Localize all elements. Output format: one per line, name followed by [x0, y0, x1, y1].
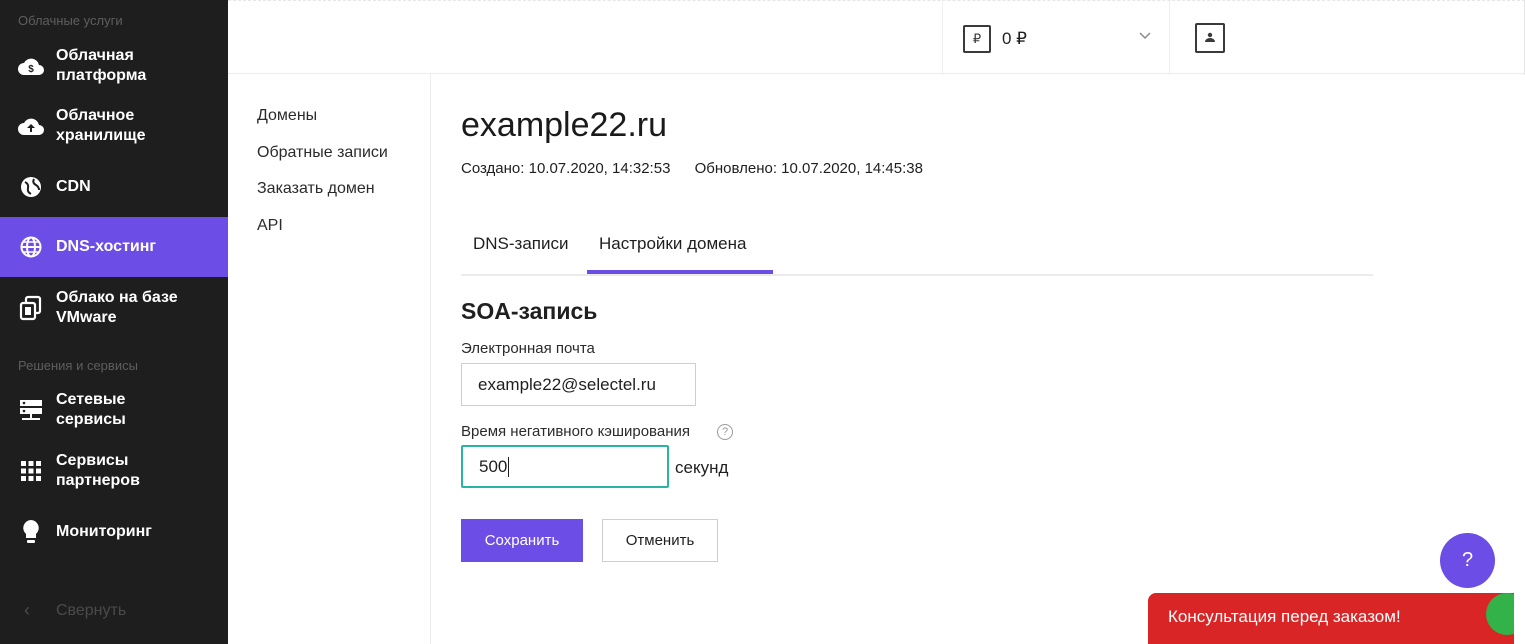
- help-circle-icon[interactable]: ?: [717, 424, 733, 440]
- sidebar-item-monitoring[interactable]: Мониторинг: [0, 502, 228, 562]
- grid-apps-icon: [18, 458, 44, 484]
- cancel-button[interactable]: Отменить: [602, 519, 718, 562]
- subnav-order-domain[interactable]: Заказать домен: [257, 180, 375, 198]
- tab-domain-settings[interactable]: Настройки домена: [599, 234, 746, 254]
- help-chat-button[interactable]: ?: [1440, 533, 1495, 588]
- page-title: example22.ru: [461, 106, 668, 144]
- sidebar-section-solutions: Решения и сервисы: [18, 358, 138, 373]
- text-cursor: [508, 456, 510, 477]
- sidebar-item-cloud-storage[interactable]: Облачное хранилище: [0, 96, 228, 156]
- save-button[interactable]: Сохранить: [461, 519, 583, 562]
- sidebar-item-label: Облако на базе VMware: [56, 289, 178, 326]
- domain-meta: Создано: 10.07.2020, 14:32:53 Обновлено:…: [461, 160, 923, 177]
- consultation-label: Консультация перед заказом!: [1168, 607, 1401, 626]
- main-sidebar: Облачные услуги $ Облачная платформа Обл…: [0, 0, 228, 644]
- user-icon: [1204, 29, 1216, 47]
- sidebar-item-network-services[interactable]: Сетевые сервисы: [0, 380, 228, 440]
- ruble-icon: ₽: [963, 25, 991, 53]
- sidebar-item-label: Мониторинг: [56, 523, 152, 540]
- tab-dns-records[interactable]: DNS-записи: [473, 234, 569, 254]
- sidebar-item-label: DNS-хостинг: [56, 238, 157, 255]
- sidebar-collapse-button[interactable]: ‹ Свернуть: [0, 596, 228, 628]
- tabs: DNS-записи Настройки домена: [461, 224, 1373, 276]
- chevron-down-icon: [1139, 29, 1151, 43]
- sidebar-item-cloud-platform[interactable]: $ Облачная платформа: [0, 36, 228, 96]
- neg-cache-field[interactable]: 500: [461, 445, 669, 488]
- server-stack-icon: [18, 397, 44, 423]
- sidebar-item-cdn[interactable]: CDN: [0, 157, 228, 217]
- main-content: example22.ru Создано: 10.07.2020, 14:32:…: [431, 74, 1525, 644]
- sidebar-item-label: CDN: [56, 178, 91, 195]
- page-edge: [1514, 593, 1525, 644]
- sidebar-item-label: Облачное хранилище: [56, 107, 146, 144]
- neg-cache-unit: секунд: [675, 458, 729, 477]
- dns-subnav: Домены Обратные записи Заказать домен AP…: [228, 74, 431, 644]
- neg-cache-label: Время негативного кэширования: [461, 423, 690, 440]
- subnav-reverse-records[interactable]: Обратные записи: [257, 144, 388, 162]
- subnav-api[interactable]: API: [257, 217, 283, 235]
- cloud-upload-icon: [18, 113, 44, 139]
- balance-amount: 0 ₽: [1002, 29, 1027, 48]
- neg-cache-value: 500: [479, 456, 508, 476]
- top-header: ₽ 0 ₽: [228, 0, 1525, 75]
- sidebar-section-cloud: Облачные услуги: [18, 13, 123, 28]
- online-indicator-icon: [1486, 593, 1514, 635]
- sidebar-item-partner-services[interactable]: Сервисы партнеров: [0, 441, 228, 501]
- subnav-domains[interactable]: Домены: [257, 107, 317, 125]
- email-label: Электронная почта: [461, 340, 595, 357]
- active-tab-indicator: [587, 270, 773, 274]
- profile-button[interactable]: [1195, 23, 1225, 53]
- lightbulb-icon: [18, 519, 44, 545]
- sidebar-item-label: Облачная платформа: [56, 47, 147, 84]
- sidebar-item-label: Сетевые сервисы: [56, 391, 126, 428]
- sidebar-item-vmware[interactable]: Облако на базе VMware: [0, 278, 228, 338]
- cloud-dollar-icon: $: [18, 53, 44, 79]
- consultation-banner[interactable]: Консультация перед заказом!: [1148, 593, 1514, 644]
- globe-grid-icon: [18, 234, 44, 260]
- section-title: SOA-запись: [461, 298, 598, 324]
- balance-dropdown[interactable]: ₽ 0 ₽: [942, 1, 1170, 75]
- sidebar-item-label: Сервисы партнеров: [56, 452, 140, 489]
- created-date: Создано: 10.07.2020, 14:32:53: [461, 160, 671, 177]
- sidebar-collapse-label: Свернуть: [56, 602, 127, 619]
- chevron-left-icon: ‹: [24, 600, 30, 620]
- updated-date: Обновлено: 10.07.2020, 14:45:38: [694, 160, 923, 177]
- email-field[interactable]: example22@selectel.ru: [461, 363, 696, 406]
- copy-window-icon: [18, 295, 44, 321]
- globe-icon: [18, 174, 44, 200]
- sidebar-item-dns-hosting[interactable]: DNS-хостинг: [0, 217, 228, 277]
- svg-text:$: $: [28, 64, 34, 75]
